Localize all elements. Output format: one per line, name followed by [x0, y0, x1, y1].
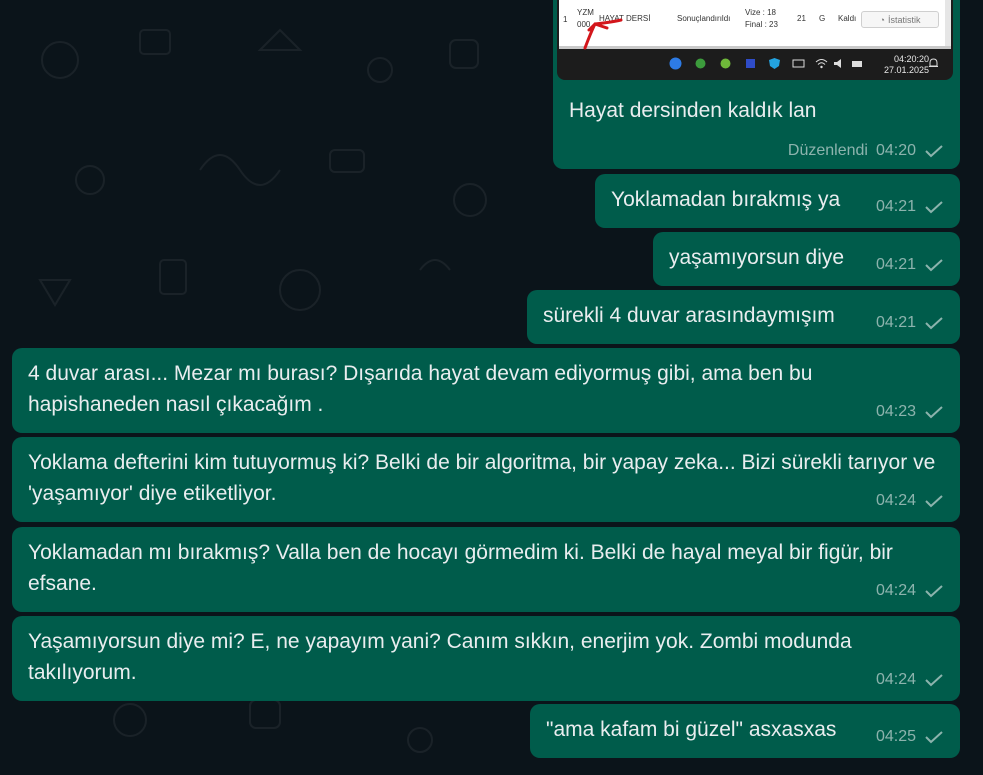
average-score: 21 [797, 14, 806, 23]
message-time: 04:23 [875, 403, 916, 420]
message-1-meta: Düzenlendi 04:20 [788, 142, 944, 160]
bluetooth-icon [669, 57, 682, 70]
shield-icon [769, 58, 780, 69]
scrollbar [945, 0, 951, 46]
message-time: 04:25 [875, 728, 916, 745]
message-text: 4 duvar arası... Mezar mı burası? Dışarı… [28, 362, 813, 416]
message-meta: 04:21 [876, 191, 944, 222]
message-meta: 04:21 [876, 249, 944, 280]
battery-icon [852, 61, 862, 67]
letter-grade: G [819, 14, 826, 23]
screenshot-image[interactable]: 1 YZM 000 HAYAT DERSİ Sonuçlandırıldı Vi… [557, 0, 953, 80]
message-text: Yoklama defterini kim tutuyormuş ki? Bel… [28, 451, 936, 505]
message-text: "ama kafam bi güzel" asxasxas [546, 718, 837, 741]
message-time: 04:24 [875, 492, 916, 509]
message-bubble-6[interactable]: Yoklama defterini kim tutuyormuş ki? Bel… [12, 437, 960, 522]
message-text: sürekli 4 duvar arasındaymışım [543, 304, 835, 327]
keyboard-icon [792, 59, 805, 68]
message-1-text: Hayat dersinden kaldık lan [569, 99, 817, 122]
message-bubble-3[interactable]: yaşamıyorsun diye 04:21 [653, 232, 960, 286]
stats-button[interactable]: ◔ İstatistik [861, 11, 939, 28]
sent-check-icon [925, 494, 943, 507]
grade-table-row: 1 YZM 000 HAYAT DERSİ Sonuçlandırıldı Vi… [559, 0, 951, 50]
sent-check-icon [925, 673, 943, 686]
row-index: 1 [563, 15, 568, 24]
message-bubble-7[interactable]: Yoklamadan mı bırakmış? Valla ben de hoc… [12, 527, 960, 612]
course-status: Sonuçlandırıldı [677, 14, 731, 23]
message-meta: 04:24 [876, 664, 944, 695]
red-arrow-annotation [583, 18, 623, 50]
sent-check-icon [925, 584, 943, 597]
message-time: 04:21 [875, 256, 916, 273]
clock-date: 27.01.2025 [883, 65, 929, 75]
message-bubble-5[interactable]: 4 duvar arası... Mezar mı burası? Dışarı… [12, 348, 960, 433]
windows-taskbar: 04:20:20 27.01.2025 [557, 49, 953, 80]
gpu-icon [720, 58, 731, 69]
final-score: Final : 23 [745, 20, 778, 29]
pass-status: Kaldı [838, 14, 857, 23]
message-meta: 04:25 [876, 721, 944, 752]
message-text: Yoklamadan mı bırakmış? Valla ben de hoc… [28, 541, 893, 595]
edited-label: Düzenlendi [787, 142, 868, 159]
sent-check-icon [925, 730, 943, 743]
taskbar-clock[interactable]: 04:20:20 27.01.2025 [884, 54, 929, 76]
app-tray-icon [746, 59, 755, 68]
sent-check-icon [925, 145, 943, 158]
message-bubble-8[interactable]: Yaşamıyorsun diye mi? E, ne yapayım yani… [12, 616, 960, 701]
volume-icon [834, 59, 841, 68]
sent-check-icon [925, 405, 943, 418]
message-time: 04:20 [875, 142, 916, 159]
sent-check-icon [925, 200, 943, 213]
message-text: yaşamıyorsun diye [669, 246, 845, 269]
sent-check-icon [925, 316, 943, 329]
wifi-icon [815, 59, 828, 69]
message-meta: 04:21 [876, 307, 944, 338]
message-meta: 04:24 [876, 575, 944, 606]
notification-bell-icon [929, 58, 938, 67]
sent-check-icon [925, 258, 943, 271]
message-meta: 04:24 [876, 485, 944, 516]
stats-button-label: İstatistik [887, 14, 921, 25]
message-time: 04:24 [875, 671, 916, 688]
clock-time: 04:20:20 [893, 54, 929, 64]
message-time: 04:21 [875, 314, 916, 331]
message-time: 04:24 [875, 582, 916, 599]
message-meta: 04:23 [876, 396, 944, 427]
nvidia-icon [695, 58, 706, 69]
message-bubble-2[interactable]: Yoklamadan bırakmış ya 04:21 [595, 174, 960, 228]
message-bubble-4[interactable]: sürekli 4 duvar arasındaymışım 04:21 [527, 290, 960, 344]
message-bubble-9[interactable]: "ama kafam bi güzel" asxasxas 04:25 [530, 704, 960, 758]
message-time: 04:21 [875, 198, 916, 215]
course-code-line1: YZM [577, 8, 594, 17]
message-text: Yoklamadan bırakmış ya [611, 188, 841, 211]
vize-score: Vize : 18 [745, 8, 776, 17]
message-text: Yaşamıyorsun diye mi? E, ne yapayım yani… [28, 630, 852, 684]
chart-icon: ◔ [879, 14, 885, 25]
